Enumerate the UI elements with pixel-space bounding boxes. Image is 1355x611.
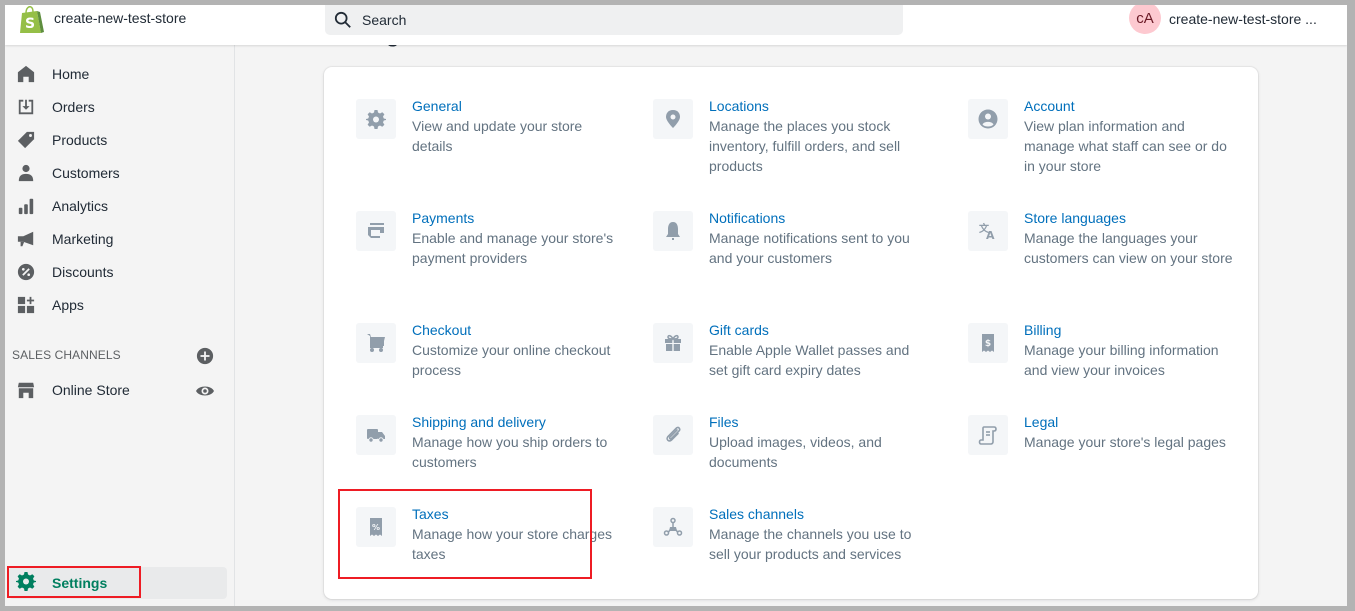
legal-scroll-icon: [968, 415, 1008, 455]
add-sales-channel-button[interactable]: [196, 347, 214, 365]
svg-text:$: $: [985, 339, 991, 349]
apps-icon: [16, 295, 36, 315]
svg-text:A: A: [986, 229, 995, 241]
sidebar-item-label: Online Store: [52, 382, 130, 398]
store-icon: [16, 380, 36, 400]
channels-icon: [653, 507, 693, 547]
sidebar-item-label: Discounts: [52, 264, 114, 280]
location-pin-icon: [653, 99, 693, 139]
search-input[interactable]: [362, 12, 762, 28]
tile-title[interactable]: Locations: [709, 96, 919, 116]
settings-tile-shipping[interactable]: Shipping and delivery Manage how you ship…: [356, 412, 646, 472]
sidebar-item-label: Customers: [52, 165, 120, 181]
tile-title[interactable]: Legal: [1024, 412, 1234, 432]
sidebar-item-discounts[interactable]: Discounts: [5, 256, 235, 288]
home-icon: [16, 64, 36, 84]
tile-title[interactable]: Notifications: [709, 208, 919, 228]
person-icon: [16, 163, 36, 183]
sidebar-item-orders[interactable]: Orders: [5, 91, 235, 123]
settings-tile-gift-cards[interactable]: Gift cards Enable Apple Wallet passes and…: [653, 320, 943, 380]
sidebar-item-label: Analytics: [52, 198, 109, 214]
tile-description: View plan information and manage what st…: [1024, 118, 1227, 174]
tile-description: Manage notifications sent to you and you…: [709, 230, 910, 266]
settings-highlight-box: [7, 566, 141, 598]
tile-title[interactable]: Shipping and delivery: [412, 412, 622, 432]
settings-tile-payments[interactable]: Payments Enable and manage your store's p…: [356, 208, 646, 268]
svg-text:S: S: [25, 16, 35, 32]
store-name[interactable]: create-new-test-store: [54, 10, 186, 26]
translate-icon: 文A: [968, 211, 1008, 251]
sidebar-item-customers[interactable]: Customers: [5, 157, 235, 189]
user-name[interactable]: create-new-test-store ...: [1169, 11, 1317, 27]
account-icon: [968, 99, 1008, 139]
bell-icon: [653, 211, 693, 251]
tile-description: Upload images, videos, and documents: [709, 434, 882, 470]
tile-title[interactable]: Billing: [1024, 320, 1234, 340]
tile-description: Manage the places you stock inventory, f…: [709, 118, 901, 174]
tile-description: Customize your online checkout process: [412, 342, 611, 378]
sidebar-item-products[interactable]: Products: [5, 124, 235, 156]
tile-title[interactable]: Sales channels: [709, 504, 919, 524]
sidebar-item-home[interactable]: Home: [5, 58, 235, 90]
bar-chart-icon: [16, 196, 36, 216]
paperclip-icon: [653, 415, 693, 455]
settings-tile-billing[interactable]: $ Billing Manage your billing information…: [968, 320, 1258, 380]
taxes-highlight-box: [338, 489, 592, 579]
tag-icon: [16, 130, 36, 150]
megaphone-icon: [16, 229, 36, 249]
avatar[interactable]: cA: [1129, 5, 1161, 34]
tile-title[interactable]: General: [412, 96, 622, 116]
tile-description: Manage the channels you use to sell your…: [709, 526, 912, 562]
discount-icon: [16, 262, 36, 282]
payment-card-icon: [356, 211, 396, 251]
tile-description: Enable Apple Wallet passes and set gift …: [709, 342, 910, 378]
settings-tile-account[interactable]: Account View plan information and manage …: [968, 96, 1258, 176]
settings-tile-checkout[interactable]: Checkout Customize your online checkout p…: [356, 320, 646, 380]
shopify-logo-icon[interactable]: S: [18, 6, 44, 34]
sidebar-item-label: Orders: [52, 99, 95, 115]
tile-description: Manage your store's legal pages: [1024, 434, 1226, 450]
gear-icon: [356, 99, 396, 139]
tile-title[interactable]: Account: [1024, 96, 1234, 116]
tile-title[interactable]: Files: [709, 412, 919, 432]
settings-tile-sales-channels[interactable]: Sales channels Manage the channels you us…: [653, 504, 943, 564]
tile-title[interactable]: Store languages: [1024, 208, 1234, 228]
settings-tile-notifications[interactable]: Notifications Manage notifications sent t…: [653, 208, 943, 268]
sidebar-item-label: Home: [52, 66, 90, 82]
tile-description: Manage the languages your customers can …: [1024, 230, 1233, 266]
cart-icon: [356, 323, 396, 363]
settings-tile-files[interactable]: Files Upload images, videos, and document…: [653, 412, 943, 472]
sales-channels-heading: SALES CHANNELS: [12, 348, 121, 362]
top-bar: S create-new-test-store cA create-new-te…: [5, 5, 1347, 45]
search-bar[interactable]: [325, 5, 903, 35]
search-icon: [334, 11, 351, 28]
settings-tile-locations[interactable]: Locations Manage the places you stock inv…: [653, 96, 943, 176]
sidebar-item-label: Products: [52, 132, 108, 148]
sidebar: Home Orders Products Customers Analytics…: [5, 45, 235, 606]
settings-tile-legal[interactable]: Legal Manage your store's legal pages: [968, 412, 1258, 455]
settings-tile-general[interactable]: General View and update your store detail…: [356, 96, 646, 156]
tile-description: Manage how you ship orders to customers: [412, 434, 608, 470]
sidebar-item-label: Apps: [52, 297, 84, 313]
settings-tile-store-languages[interactable]: 文A Store languages Manage the languages y…: [968, 208, 1258, 268]
user-menu[interactable]: cA create-new-test-store ...: [1129, 5, 1317, 34]
sidebar-item-label: Marketing: [52, 231, 114, 247]
sidebar-item-analytics[interactable]: Analytics: [5, 190, 235, 222]
tile-description: View and update your store details: [412, 118, 583, 154]
orders-icon: [16, 97, 36, 117]
tile-description: Manage your billing information and view…: [1024, 342, 1219, 378]
tile-title[interactable]: Payments: [412, 208, 622, 228]
truck-icon: [356, 415, 396, 455]
tile-title[interactable]: Gift cards: [709, 320, 919, 340]
billing-receipt-icon: $: [968, 323, 1008, 363]
tile-description: Enable and manage your store's payment p…: [412, 230, 614, 266]
tile-title[interactable]: Checkout: [412, 320, 622, 340]
view-store-eye-icon[interactable]: [195, 381, 215, 401]
sidebar-item-apps[interactable]: Apps: [5, 289, 235, 321]
sidebar-item-online-store[interactable]: Online Store: [5, 374, 185, 406]
gift-icon: [653, 323, 693, 363]
sidebar-item-marketing[interactable]: Marketing: [5, 223, 235, 255]
app-window: S create-new-test-store cA create-new-te…: [5, 5, 1347, 606]
